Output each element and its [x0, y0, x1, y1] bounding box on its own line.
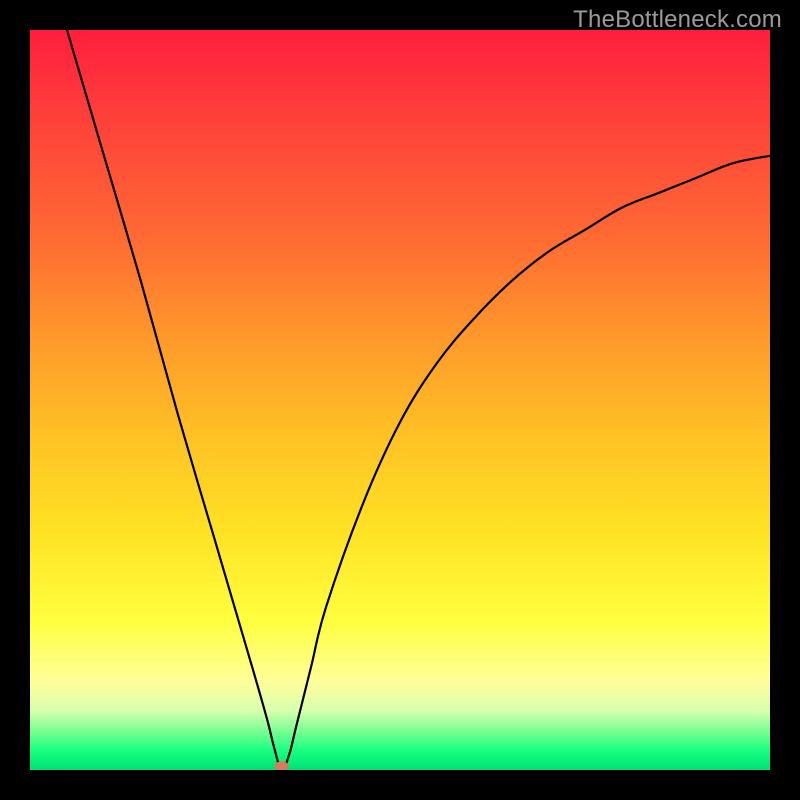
plot-area [30, 30, 770, 770]
watermark-text: TheBottleneck.com [573, 6, 782, 34]
gradient-background [30, 30, 770, 770]
chart-frame: TheBottleneck.com [0, 0, 800, 800]
